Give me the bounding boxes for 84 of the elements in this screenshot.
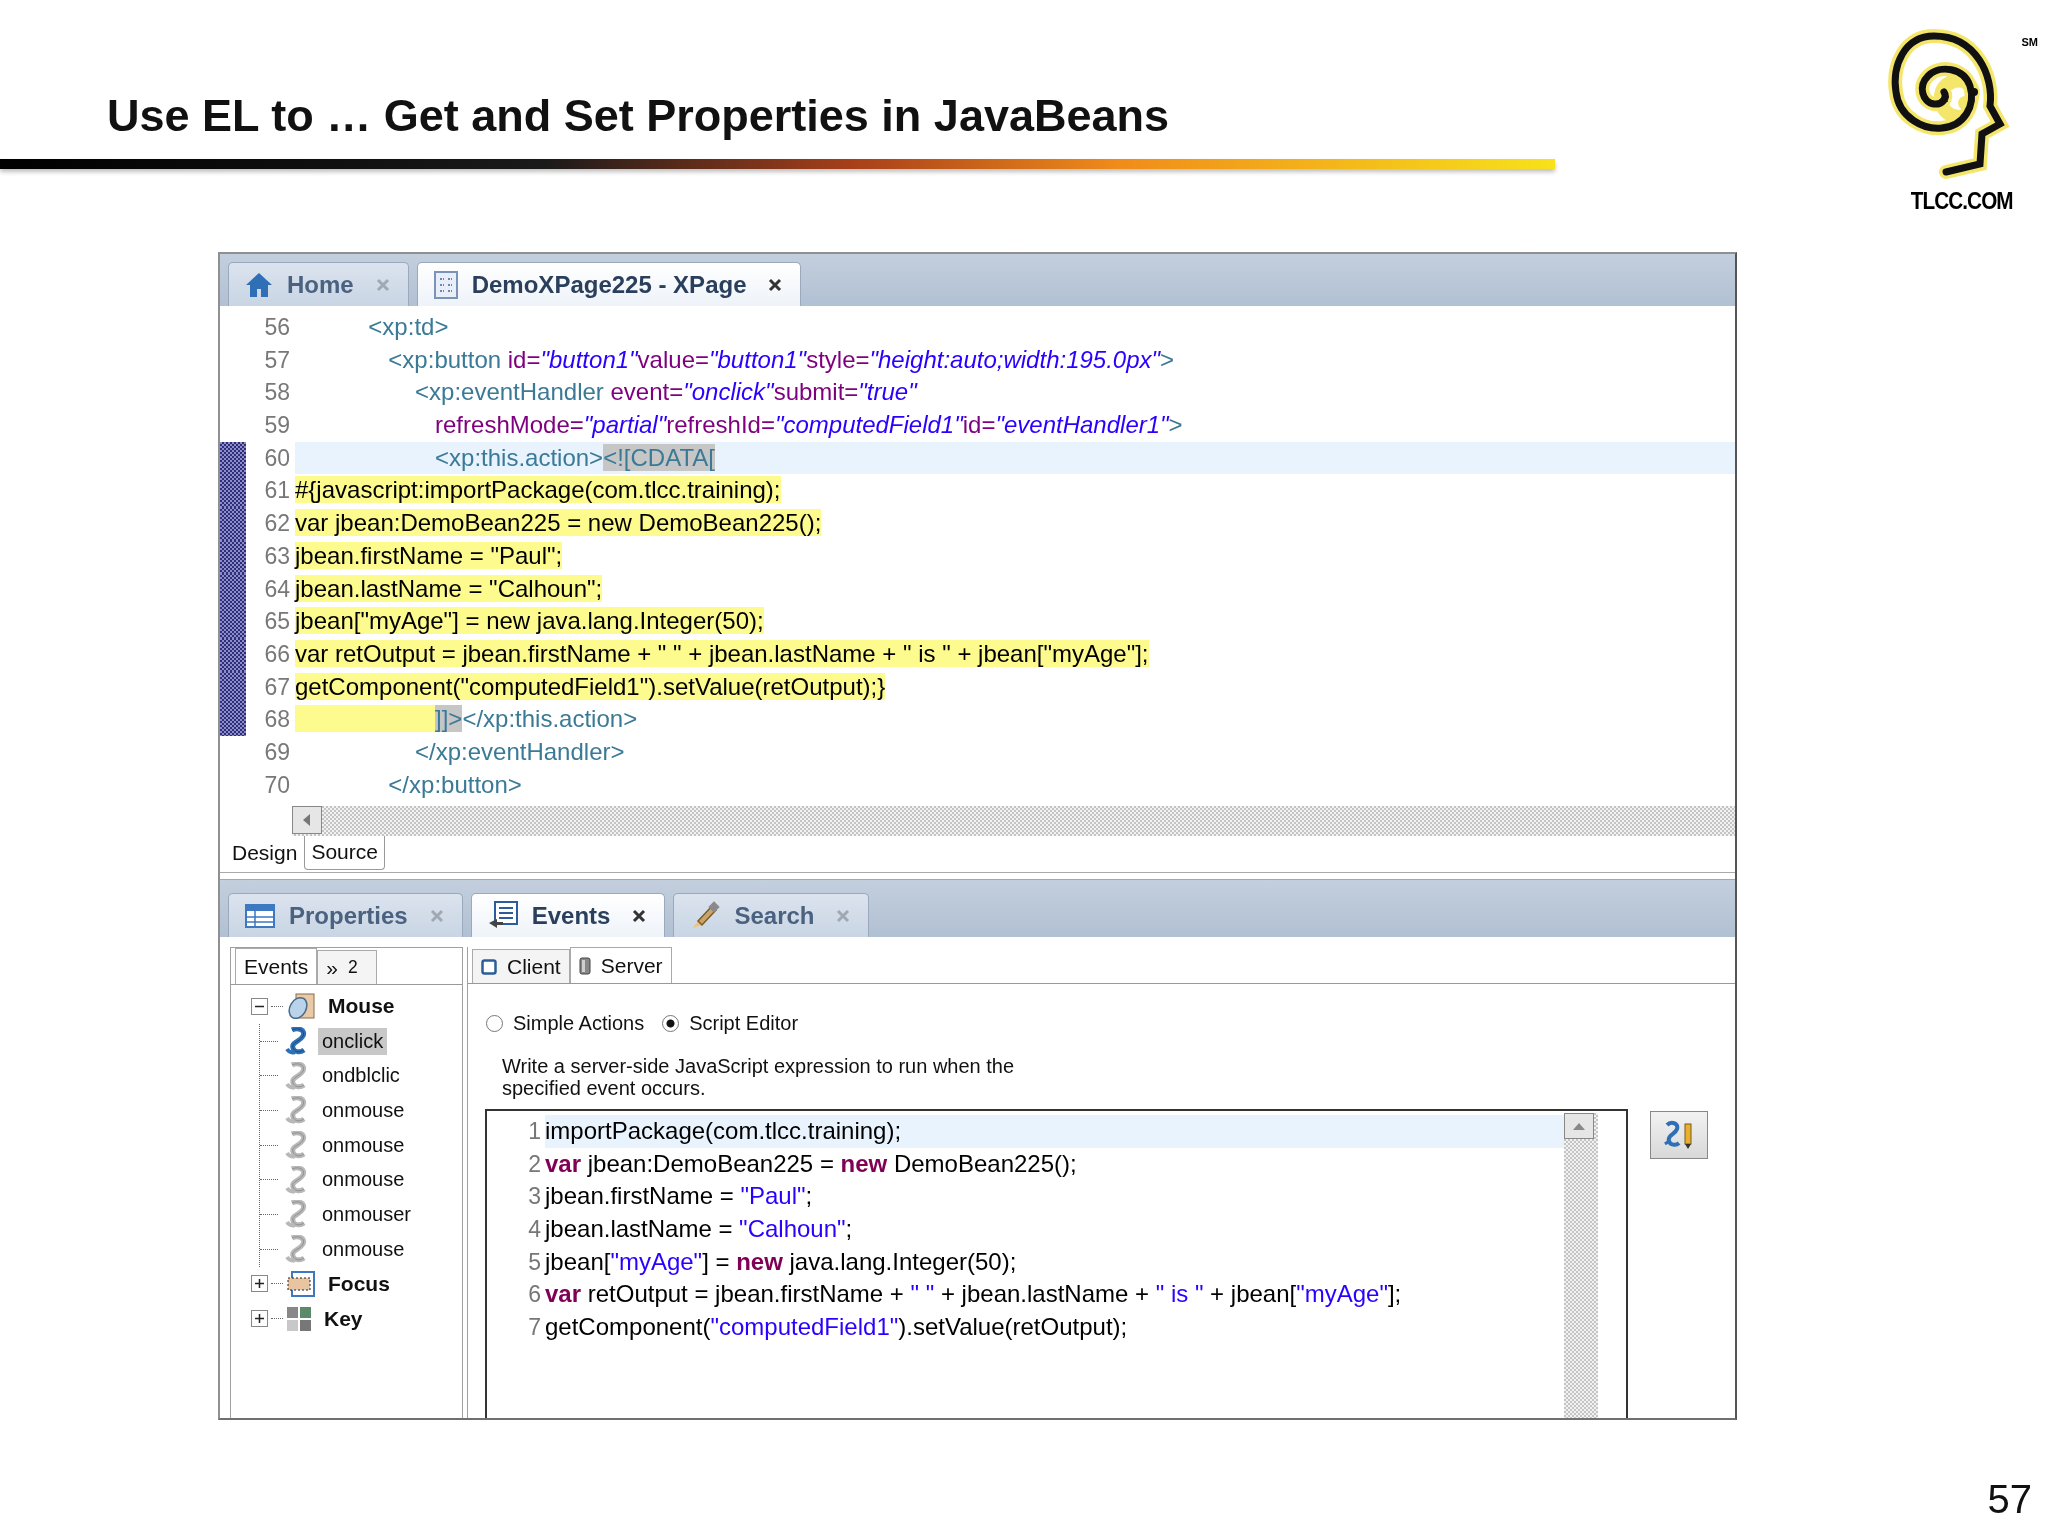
tab[interactable]: Events	[470, 893, 666, 937]
line-number: 66	[263, 639, 291, 669]
code-line: refreshMode="partial"refreshId="computedField1"id="eventHandler1">	[434, 410, 1184, 441]
grid-icon	[286, 1305, 312, 1332]
tree-item[interactable]: Mouse	[324, 992, 399, 1021]
code-line: jbean.lastName = "Calhoun";	[545, 1214, 854, 1245]
code-line: jbean.firstName = "Paul";	[545, 1181, 814, 1212]
code-line: ]]></xp:this.action>	[295, 703, 1735, 736]
code-line: </xp:eventHandler>	[414, 736, 626, 767]
code-line: var jbean:DemoBean225 = new DemoBean225();	[545, 1148, 1078, 1179]
script-editor[interactable]	[485, 1109, 1628, 1418]
collapse-icon[interactable]	[251, 997, 268, 1015]
scroll-left-icon[interactable]	[292, 806, 322, 834]
line-number: 56	[263, 313, 291, 342]
line-number: 7	[527, 1313, 542, 1343]
line-number: 63	[263, 541, 291, 571]
expand-icon[interactable]	[251, 1275, 268, 1293]
tree-item[interactable]: onclick	[318, 1027, 388, 1055]
square-icon	[481, 958, 497, 975]
tree-item[interactable]: Focus	[324, 1269, 394, 1298]
radio-button[interactable]	[662, 1015, 680, 1032]
close-icon[interactable]	[768, 277, 783, 292]
line-number: 58	[263, 378, 291, 408]
line-number: 1	[527, 1117, 542, 1146]
page-icon	[433, 270, 458, 299]
line-number: 2	[527, 1149, 542, 1179]
close-icon[interactable]	[632, 908, 647, 923]
list-icon	[487, 900, 518, 931]
line-number: 4	[527, 1215, 542, 1245]
service-mark: SM	[2021, 36, 2038, 48]
code-line: <xp:button id="button1"value="button1"style="height:auto;width:195.0px">	[387, 344, 1176, 375]
tree-item[interactable]: onmouse	[318, 1235, 409, 1263]
line-number: 60	[263, 443, 291, 473]
code-line: </xp:button>	[387, 769, 523, 800]
line-number: 5	[527, 1247, 542, 1277]
mouse-icon	[286, 992, 316, 1021]
radio-label[interactable]: Script Editor	[689, 1012, 799, 1035]
line-number: 61	[263, 476, 291, 506]
line-number: 64	[263, 574, 291, 604]
expand-icon[interactable]	[251, 1310, 268, 1328]
tree-item[interactable]: onmouse	[318, 1131, 409, 1159]
code-line: <xp:eventHandler event="onclick"submit="true"	[414, 377, 919, 408]
code-line: var retOutput = jbean.firstName + " " + jbean.lastName + " is " + jbean["myAge"];	[545, 1279, 1403, 1310]
line-number: 59	[263, 411, 291, 441]
scroll-up-icon[interactable]	[1564, 1113, 1594, 1139]
tab[interactable]: Design	[225, 836, 305, 870]
tab[interactable]: Client	[472, 949, 570, 983]
vertical-scrollbar[interactable]	[1564, 1113, 1598, 1418]
line-number: 3	[527, 1182, 542, 1212]
tree-item[interactable]: ondblclic	[318, 1062, 404, 1090]
line-number: 62	[263, 509, 291, 539]
tab[interactable]: Properties	[228, 893, 463, 937]
logo-text: TLCC.COM	[1910, 188, 2013, 215]
tab[interactable]: Search	[673, 893, 870, 937]
tab[interactable]: DemoXPage225 - XPage	[416, 262, 802, 306]
tree-item[interactable]: onmouse	[318, 1166, 409, 1194]
tree-item[interactable]: Key	[320, 1304, 367, 1333]
code-line: jbean["myAge"] = new java.lang.Integer(50);	[545, 1246, 1018, 1277]
script-tool-button[interactable]	[1650, 1111, 1708, 1159]
server-icon	[578, 956, 591, 975]
line-number: 69	[263, 737, 291, 767]
slide-title: Use EL to … Get and Set Properties in JavaBeans	[107, 89, 1171, 143]
line-number: 65	[263, 607, 291, 637]
tab[interactable]: Events	[235, 948, 318, 984]
line-number: 70	[263, 770, 291, 800]
table-icon	[245, 903, 275, 928]
focus-icon	[286, 1270, 316, 1297]
horizontal-scrollbar[interactable]	[292, 806, 1735, 836]
tab[interactable]: Server	[569, 947, 672, 983]
description-text: Write a server-side JavaScript expression to run when the specified event occurs.	[502, 1055, 1016, 1099]
home-icon	[245, 271, 273, 298]
tab[interactable]: Home	[228, 262, 409, 306]
code-line: getComponent("computedField1").setValue(retOutput);	[545, 1312, 1129, 1343]
tree-item[interactable]: onmouse	[318, 1096, 409, 1124]
tab[interactable]: Source	[304, 836, 385, 870]
line-number: 6	[527, 1280, 542, 1310]
radio-button[interactable]	[486, 1015, 503, 1032]
code-line: <xp:td>	[367, 312, 450, 342]
radio-label[interactable]: Simple Actions	[513, 1012, 645, 1035]
page-number: 57	[1987, 1477, 2032, 1522]
line-number: 68	[263, 705, 291, 735]
tree-item[interactable]: onmouser	[318, 1200, 415, 1228]
line-number: 57	[263, 345, 291, 375]
line-number: 67	[263, 672, 291, 702]
